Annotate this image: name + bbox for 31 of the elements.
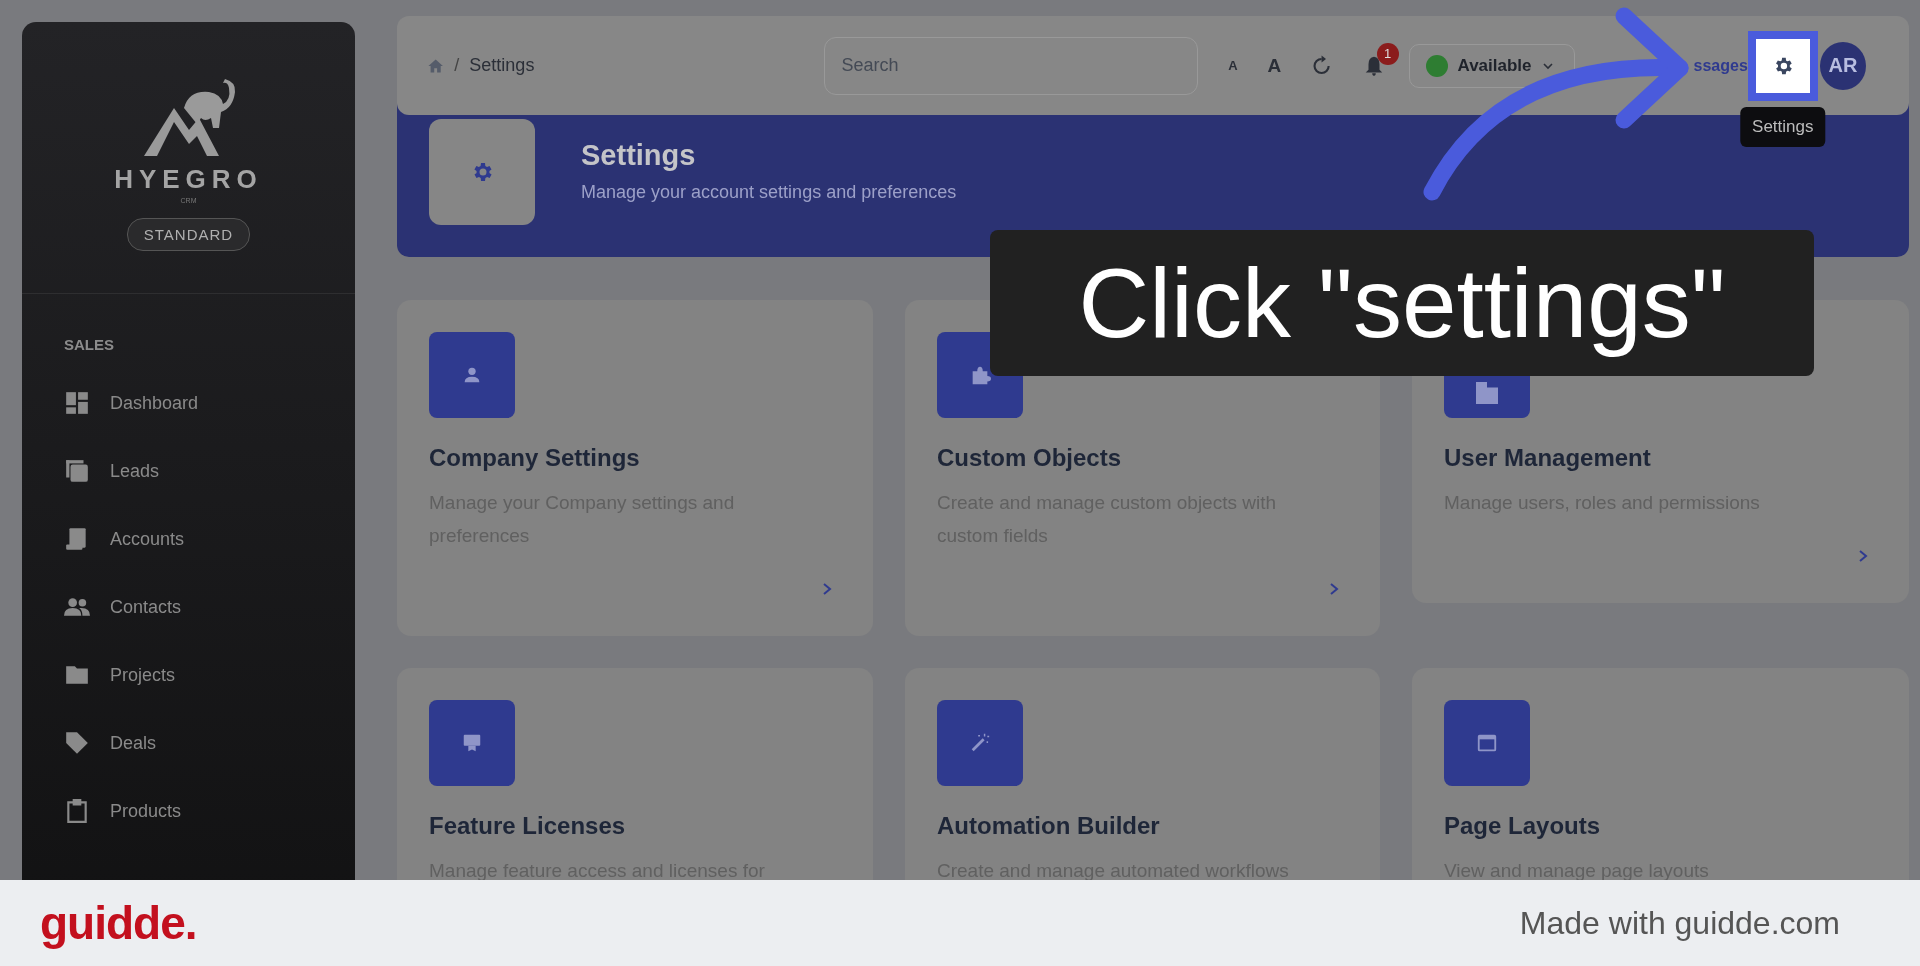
- section-heading: SALES: [64, 336, 115, 353]
- breadcrumb-item: Settings: [469, 55, 535, 76]
- sidebar-item[interactable]: Deals: [22, 709, 355, 777]
- font-size-button[interactable]: A: [1267, 54, 1282, 77]
- card-title: Automation Builder: [937, 812, 1161, 840]
- credit-text: Made with guidde.com: [1519, 904, 1840, 942]
- status-dropdown[interactable]: Available: [1408, 43, 1575, 88]
- card-title: User Management: [1444, 444, 1652, 472]
- messages-link[interactable]: ssages: [1693, 56, 1748, 75]
- tooltip: Settings: [1740, 106, 1826, 147]
- instruction-tooltip: Click "settings": [990, 230, 1814, 376]
- sidebar-item[interactable]: Projects: [22, 641, 355, 709]
- sidebar-item[interactable]: Products: [22, 777, 355, 845]
- search-field[interactable]: Search: [824, 36, 1199, 95]
- card-title: Feature Licenses: [429, 812, 627, 840]
- guidde-logo: guidde.: [40, 896, 197, 950]
- sidebar-item[interactable]: Dashboard: [22, 369, 355, 437]
- plan-badge: STANDARD: [126, 218, 251, 251]
- user-avatar[interactable]: AR: [1819, 41, 1866, 90]
- breadcrumb-separator: /: [454, 55, 460, 76]
- card-title: Company Settings: [429, 444, 641, 472]
- card-title: Custom Objects: [937, 444, 1123, 472]
- sidebar-item[interactable]: Leads: [22, 437, 355, 505]
- page-title: Settings: [581, 139, 697, 172]
- sidebar-item[interactable]: Contacts: [22, 573, 355, 641]
- page-subtitle: Manage your account settings and preferences: [581, 182, 957, 203]
- card-title: Page Layouts: [1444, 812, 1602, 840]
- sidebar-item[interactable]: Accounts: [22, 505, 355, 573]
- notification-badge: 1: [1376, 42, 1399, 65]
- brand-name: HYEGRO: [114, 164, 263, 195]
- font-size-button[interactable]: A: [1228, 58, 1238, 73]
